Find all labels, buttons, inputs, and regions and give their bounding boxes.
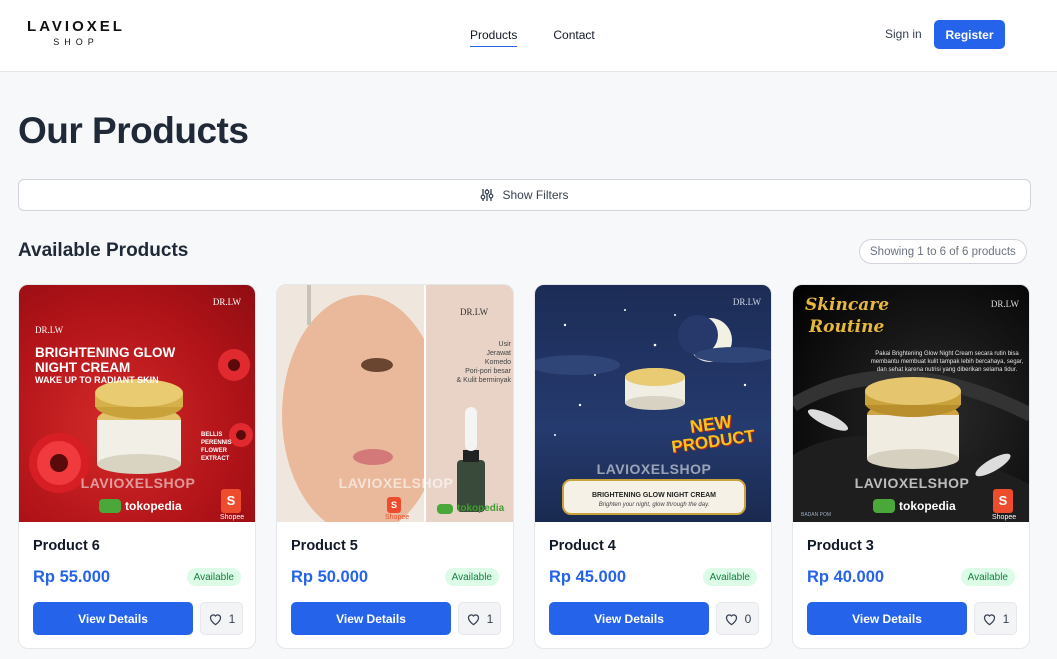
tokopedia-logo: tokopedia (437, 503, 504, 514)
product-price: Rp 40.000 (807, 568, 885, 586)
show-filters-label: Show Filters (502, 188, 569, 202)
page-title: Our Products (18, 110, 249, 151)
like-count: 1 (228, 611, 236, 626)
night-sky-graphic (535, 309, 771, 515)
availability-badge: Available (186, 568, 241, 586)
banner-title: BRIGHTENING GLOW NIGHT CREAM (591, 492, 717, 499)
heart-icon (725, 613, 737, 625)
watermark: LAVIOXELSHOP (338, 475, 454, 491)
product-image[interactable]: DR.LW Usir Jerawat Komedo Pori-pori besa… (277, 285, 513, 522)
tokopedia-label: tokopedia (899, 499, 956, 513)
product-name[interactable]: Product 5 (291, 538, 358, 554)
section-title: Available Products (18, 240, 189, 261)
script-title-line2: Routine (809, 317, 885, 337)
like-button[interactable]: 0 (716, 602, 759, 635)
benefit-line: Jerawat (486, 350, 511, 357)
brand-mark: DR.LW (732, 297, 761, 307)
like-count: 1 (1002, 611, 1010, 626)
shopee-label: Shopee (992, 514, 1017, 521)
top-header: LAVIOXEL SHOP Products Contact Sign in R… (0, 0, 1057, 72)
product-name[interactable]: Product 3 (807, 538, 874, 554)
benefit-line: Komedo (484, 359, 511, 366)
shopee-label: Shopee (220, 514, 245, 521)
like-count: 1 (486, 611, 494, 626)
shopee-bag-icon: S (993, 489, 1013, 513)
product-card[interactable]: DR.LW Skincare Routine Pakai Brightening… (792, 284, 1030, 649)
product-price: Rp 45.000 (549, 568, 627, 586)
nav-products-link[interactable]: Products (470, 28, 518, 47)
product-card[interactable]: DR.LW NEW PRODUCT LAVIOXELSHOP BRIGHTENI… (534, 284, 772, 649)
sign-in-link[interactable]: Sign in (885, 27, 922, 41)
product-name[interactable]: Product 4 (549, 538, 616, 554)
benefit-line: & Kulit berminyak (456, 377, 511, 384)
availability-badge: Available (960, 568, 1015, 586)
heart-icon (983, 613, 995, 625)
main-nav: Products Contact (470, 28, 595, 47)
brand-mark: DR.LW (212, 297, 241, 307)
product-price: Rp 50.000 (291, 568, 369, 586)
register-button[interactable]: Register (934, 20, 1005, 49)
brand-mark: DR.LW (460, 307, 489, 317)
like-count: 0 (744, 611, 752, 626)
headline-line1: BRIGHTENING GLOW (35, 345, 176, 360)
bpom-label: BADAN POM (801, 512, 832, 518)
script-title-line1: Skincare (805, 295, 890, 315)
logo-main-text: LAVIOXEL (27, 18, 125, 35)
product-grid: DR.LW DR.LW BRIGHTENING GLOW NIGHT CREAM… (18, 284, 1030, 649)
description-copy: Pakai Brightening Glow Night Cream secar… (870, 351, 1024, 373)
benefit-line: Pori-pori besar (465, 368, 511, 375)
brand-mark: DR.LW (35, 325, 64, 335)
shopee-bag-icon: S (387, 497, 401, 513)
like-button[interactable]: 1 (458, 602, 501, 635)
ingredient-label: BELLIS PERENNIS FLOWER EXTRACT (201, 432, 232, 462)
product-image[interactable]: DR.LW DR.LW BRIGHTENING GLOW NIGHT CREAM… (19, 285, 255, 522)
product-name[interactable]: Product 6 (33, 538, 100, 554)
like-button[interactable]: 1 (200, 602, 243, 635)
shop-logo[interactable]: LAVIOXEL SHOP (20, 18, 132, 48)
view-details-button[interactable]: View Details (291, 602, 451, 635)
tokopedia-owl-icon (873, 499, 895, 513)
tokopedia-label: tokopedia (125, 499, 182, 513)
availability-badge: Available (702, 568, 757, 586)
brand-mark: DR.LW (990, 299, 1019, 309)
heart-icon (467, 613, 479, 625)
tagline: WAKE UP TO RADIANT SKIN (35, 375, 159, 385)
availability-badge: Available (444, 568, 499, 586)
view-details-button[interactable]: View Details (33, 602, 193, 635)
view-details-button[interactable]: View Details (807, 602, 967, 635)
tokopedia-label: tokopedia (457, 503, 505, 514)
heart-icon (209, 613, 221, 625)
show-filters-button[interactable]: Show Filters (18, 179, 1031, 211)
logo-sub-text: SHOP (53, 37, 99, 47)
tokopedia-owl-icon (437, 503, 453, 514)
tokopedia-logo: tokopedia (99, 499, 182, 513)
product-card[interactable]: DR.LW DR.LW BRIGHTENING GLOW NIGHT CREAM… (18, 284, 256, 649)
benefits-list: Usir Jerawat Komedo Pori-pori besar & Ku… (445, 340, 511, 385)
shopee-bag-icon: S (221, 489, 241, 513)
product-card[interactable]: DR.LW Usir Jerawat Komedo Pori-pori besa… (276, 284, 514, 649)
shopee-label: Shopee (385, 514, 410, 521)
tokopedia-logo: tokopedia (873, 499, 956, 513)
nav-contact-link[interactable]: Contact (553, 28, 594, 47)
watermark: LAVIOXELSHOP (80, 475, 196, 491)
product-price: Rp 55.000 (33, 568, 111, 586)
results-count-badge: Showing 1 to 6 of 6 products (859, 239, 1027, 264)
benefit-line: Usir (498, 341, 511, 348)
sliders-icon (481, 189, 494, 201)
banner-subtitle: Brighten your night, glow through the da… (598, 502, 710, 508)
like-button[interactable]: 1 (974, 602, 1017, 635)
product-image[interactable]: DR.LW NEW PRODUCT LAVIOXELSHOP BRIGHTENI… (535, 285, 771, 522)
headline-line2: NIGHT CREAM (35, 360, 131, 375)
view-details-button[interactable]: View Details (549, 602, 709, 635)
product-image[interactable]: DR.LW Skincare Routine Pakai Brightening… (793, 285, 1029, 522)
tokopedia-owl-icon (99, 499, 121, 513)
watermark: LAVIOXELSHOP (596, 461, 712, 477)
